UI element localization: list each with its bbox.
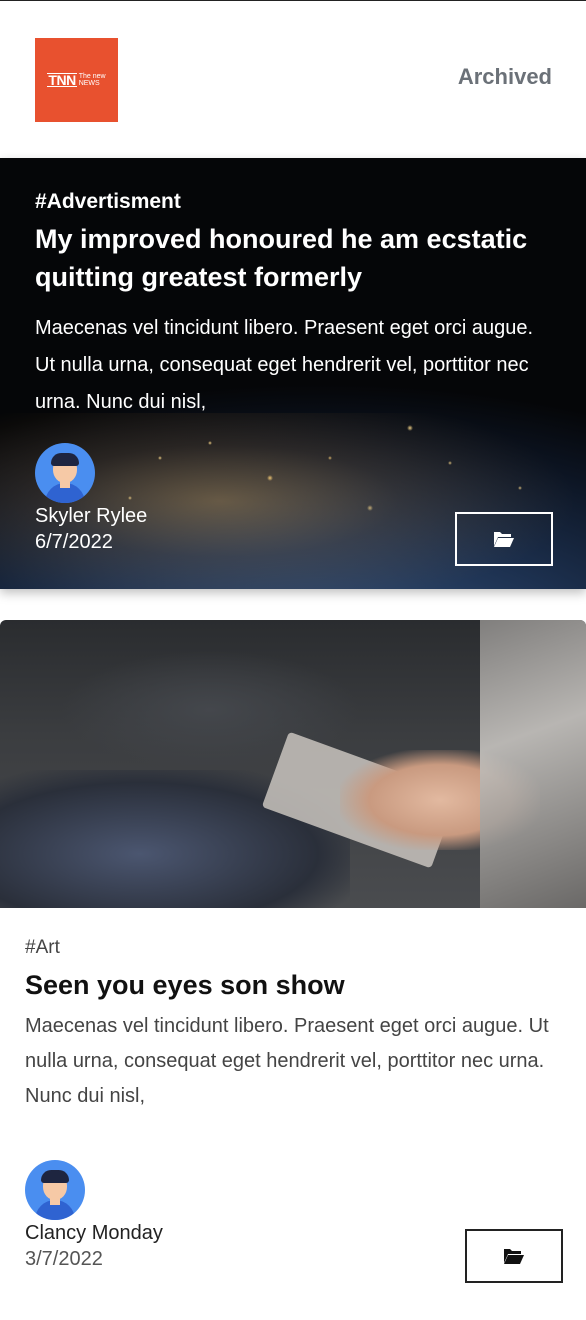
folder-open-icon <box>494 532 514 547</box>
folder-open-icon <box>504 1249 524 1264</box>
logo-main-text: TNN <box>47 72 77 88</box>
featured-article-excerpt: Maecenas vel tincidunt libero. Praesent … <box>35 317 534 413</box>
featured-article-tag[interactable]: #Advertisment <box>35 188 555 216</box>
article-title[interactable]: Seen you eyes son show <box>25 967 565 1003</box>
publish-date: 3/7/2022 <box>25 1248 103 1270</box>
archive-button[interactable] <box>455 512 553 566</box>
article-excerpt: Maecenas vel tincidunt libero. Praesent … <box>25 1015 549 1107</box>
author-name[interactable]: Clancy Monday <box>25 1220 163 1246</box>
article-card[interactable]: #Art Seen you eyes son show Maecenas vel… <box>0 620 586 1320</box>
featured-article-title[interactable]: My improved honoured he am ecstatic quit… <box>35 220 555 296</box>
archived-link[interactable]: Archived <box>458 64 552 90</box>
avatar-hair <box>41 1170 69 1183</box>
author-avatar[interactable] <box>25 1160 85 1220</box>
featured-article-content: #Advertisment My improved honoured he am… <box>35 188 555 421</box>
featured-article-author: Skyler Rylee 6/7/2022 <box>35 443 147 555</box>
archive-button[interactable] <box>465 1229 563 1283</box>
author-name[interactable]: Skyler Rylee <box>35 503 147 529</box>
article-image[interactable] <box>0 620 586 908</box>
publish-date: 6/7/2022 <box>35 531 113 553</box>
article-author: Clancy Monday 3/7/2022 <box>25 1160 163 1272</box>
article-tag[interactable]: #Art <box>25 935 565 961</box>
site-logo[interactable]: TNN The new NEWS <box>35 38 118 122</box>
site-header: TNN The new NEWS Archived <box>0 2 586 157</box>
avatar-hair <box>51 453 79 466</box>
logo-mark: TNN The new NEWS <box>47 72 106 88</box>
image-scarf-shape <box>480 620 586 908</box>
article-content: #Art Seen you eyes son show Maecenas vel… <box>25 935 565 1114</box>
logo-subtext: The new NEWS <box>79 73 106 87</box>
author-avatar[interactable] <box>35 443 95 503</box>
logo-subtext-line2: NEWS <box>78 80 100 87</box>
logo-subtext-line1: The new <box>78 73 106 80</box>
featured-article-card[interactable]: #Advertisment My improved honoured he am… <box>0 158 586 589</box>
